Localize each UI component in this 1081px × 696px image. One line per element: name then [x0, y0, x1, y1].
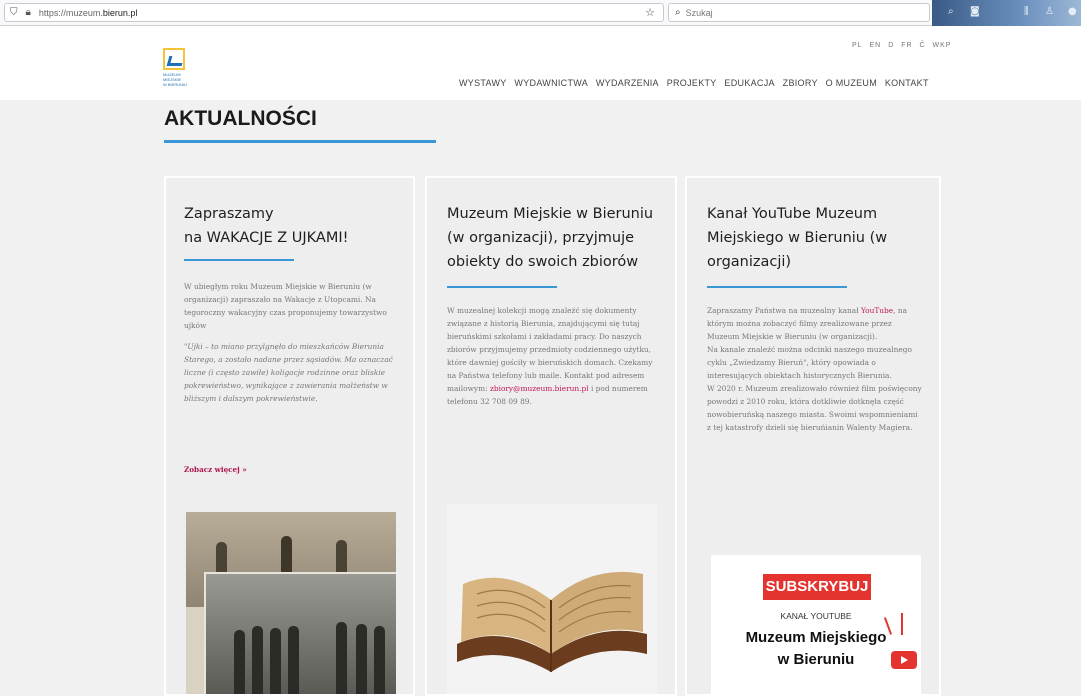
subscribe-badge: SUBSKRYBUJ	[763, 574, 871, 600]
extensions-area: ⌕ ◙ ⫼ ♙ ●	[932, 0, 1081, 26]
pocket-icon[interactable]: ◙	[970, 6, 980, 17]
decor-stroke	[901, 613, 903, 635]
nav-o-muzeum[interactable]: O MUZEUM	[826, 78, 877, 88]
card-underline	[447, 286, 557, 288]
url-text[interactable]: https://muzeum.bierun.pl	[39, 8, 138, 18]
promo-channel-label: KANAŁ YOUTUBE	[780, 611, 852, 621]
account-icon[interactable]: ♙	[1045, 6, 1054, 17]
browser-toolbar: ⛉ 🔒︎ https://muzeum.bierun.pl ☆ ⌕ Szukaj…	[0, 0, 1081, 26]
main-nav: WYSTAWY WYDAWNICTWA WYDARZENIA PROJEKTY …	[459, 78, 934, 88]
logo-mark-icon	[163, 48, 185, 70]
title-underline	[164, 140, 436, 143]
nav-wydawnictwa[interactable]: WYDAWNICTWA	[514, 78, 588, 88]
email-link[interactable]: zbiory@muzeum.bierun.pl	[490, 384, 589, 393]
lang-wkp[interactable]: WKP	[933, 42, 952, 49]
library-icon[interactable]: ⫼	[1024, 6, 1029, 17]
card-title[interactable]: Kanał YouTube Muzeum Miejskiego w Bierun…	[707, 202, 887, 274]
search-placeholder: Szukaj	[685, 7, 713, 18]
search-icon[interactable]: ⌕	[948, 6, 954, 17]
play-icon	[891, 651, 917, 669]
card-text: Zapraszamy Państwa na muzealny kanał You…	[707, 306, 922, 432]
bookmark-star-icon[interactable]: ☆	[645, 6, 655, 19]
news-card-wakacje: Zapraszamy na WAKACJE Z UJKAMI! W ubiegł…	[164, 176, 415, 696]
lang-c[interactable]: Č	[920, 42, 926, 49]
language-switcher: PL EN D FR Č WKP	[852, 42, 955, 49]
nav-edukacja[interactable]: EDUKACJA	[724, 78, 774, 88]
nav-kontakt[interactable]: KONTAKT	[885, 78, 929, 88]
youtube-promo-image[interactable]: SUBSKRYBUJ KANAŁ YOUTUBE Muzeum Miejskie…	[711, 555, 921, 694]
promo-channel-name: Muzeum Miejskiego w Bieruniu	[745, 629, 887, 668]
browser-search-input[interactable]: ⌕ Szukaj	[668, 3, 930, 22]
nav-zbiory[interactable]: ZBIORY	[783, 78, 818, 88]
lock-icon[interactable]: 🔒︎	[26, 7, 31, 18]
menu-icon[interactable]: ●	[1068, 6, 1077, 17]
nav-wystawy[interactable]: WYSTAWY	[459, 78, 507, 88]
nav-projekty[interactable]: PROJEKTY	[667, 78, 717, 88]
museum-logo[interactable]: MUZEUM MIEJSKIE W BIERUNIU	[163, 48, 187, 96]
lang-pl[interactable]: PL	[852, 42, 863, 49]
search-icon: ⌕	[675, 7, 681, 18]
card-title[interactable]: Muzeum Miejskie w Bieruniu (w organizacj…	[447, 202, 653, 274]
lang-fr[interactable]: FR	[901, 42, 912, 49]
shield-icon[interactable]: ⛉	[10, 7, 18, 18]
youtube-link[interactable]: YouTube	[861, 306, 893, 315]
read-more-link[interactable]: Zobacz więcej »	[184, 465, 247, 474]
news-card-youtube: Kanał YouTube Muzeum Miejskiego w Bierun…	[685, 176, 941, 696]
page-title: AKTUALNOŚCI	[164, 107, 317, 130]
lang-en[interactable]: EN	[870, 42, 882, 49]
card-title[interactable]: Zapraszamy na WAKACJE Z UJKAMI!	[184, 202, 348, 250]
lang-d[interactable]: D	[888, 42, 894, 49]
nav-wydarzenia[interactable]: WYDARZENIA	[596, 78, 659, 88]
historical-photo-image[interactable]	[186, 512, 396, 694]
news-card-zbiory: Muzeum Miejskie w Bieruniu (w organizacj…	[425, 176, 677, 696]
address-bar[interactable]: ⛉ 🔒︎ https://muzeum.bierun.pl ☆	[4, 3, 664, 22]
card-underline	[184, 259, 294, 261]
card-underline	[707, 286, 847, 288]
logo-text: MUZEUM MIEJSKIE W BIERUNIU	[163, 72, 187, 87]
card-text: W ubiegłym roku Muzeum Miejskie w Bierun…	[184, 282, 393, 403]
card-text: W muzealnej kolekcji mogą znaleźć się do…	[447, 306, 653, 406]
old-book-image[interactable]	[447, 504, 657, 694]
